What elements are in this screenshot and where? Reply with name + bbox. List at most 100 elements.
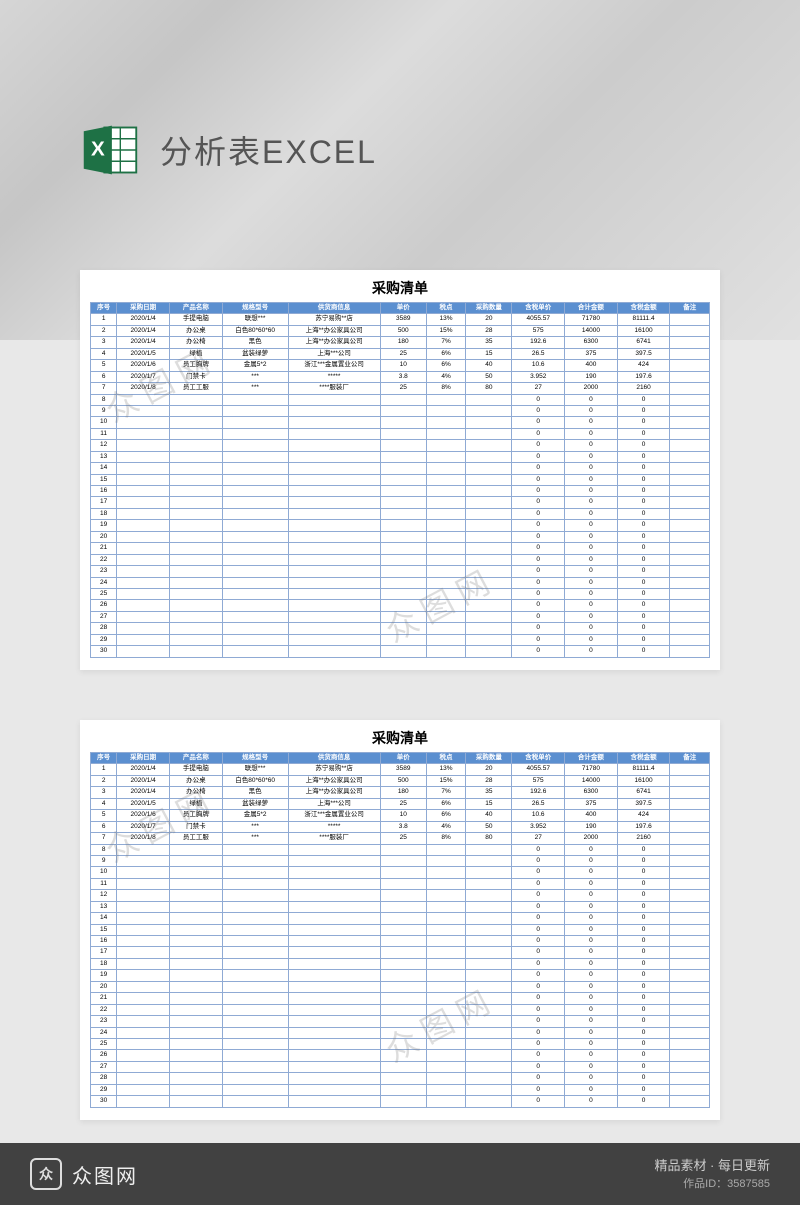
cell xyxy=(670,764,710,775)
cell xyxy=(288,486,380,497)
cell xyxy=(426,855,466,866)
cell: 30 xyxy=(91,1096,117,1107)
cell xyxy=(426,474,466,485)
cell: 0 xyxy=(565,554,618,565)
cell xyxy=(170,924,223,935)
cell xyxy=(222,844,288,855)
table-row-empty: 12000 xyxy=(91,440,710,451)
cell xyxy=(380,1038,426,1049)
cell: 22 xyxy=(91,1004,117,1015)
footer-right: 精品素材 · 每日更新 作品ID：3587585 xyxy=(654,1156,770,1192)
table-row-empty: 20000 xyxy=(91,531,710,542)
cell: 0 xyxy=(617,1027,670,1038)
cell xyxy=(670,531,710,542)
table-row-empty: 19000 xyxy=(91,970,710,981)
cell xyxy=(426,936,466,947)
cell: 424 xyxy=(617,810,670,821)
table-row-empty: 23000 xyxy=(91,566,710,577)
cell xyxy=(670,337,710,348)
cell: 0 xyxy=(512,588,565,599)
cell: 0 xyxy=(617,440,670,451)
cell: 0 xyxy=(617,1084,670,1095)
cell: 绿植 xyxy=(170,798,223,809)
cell xyxy=(170,958,223,969)
cell xyxy=(222,497,288,508)
table-row-empty: 17000 xyxy=(91,947,710,958)
col-header: 含税单价 xyxy=(512,753,565,764)
cell: 0 xyxy=(617,543,670,554)
cell xyxy=(117,924,170,935)
cell: 12 xyxy=(91,440,117,451)
cell: 180 xyxy=(380,337,426,348)
cell: 0 xyxy=(512,634,565,645)
cell: 0 xyxy=(512,867,565,878)
cell xyxy=(117,531,170,542)
cell xyxy=(466,1050,512,1061)
cell xyxy=(670,383,710,394)
table-row-empty: 16000 xyxy=(91,936,710,947)
cell xyxy=(670,844,710,855)
cell: 办公椅 xyxy=(170,337,223,348)
sheet-title: 采购清单 xyxy=(90,278,710,298)
cell: 4 xyxy=(91,798,117,809)
cell xyxy=(426,1061,466,1072)
cell: 0 xyxy=(512,440,565,451)
cell xyxy=(380,1027,426,1038)
cell xyxy=(466,947,512,958)
cell: 0 xyxy=(565,543,618,554)
cell xyxy=(670,958,710,969)
cell xyxy=(117,878,170,889)
cell xyxy=(222,1050,288,1061)
cell xyxy=(466,531,512,542)
col-header: 备注 xyxy=(670,303,710,314)
table-row-empty: 24000 xyxy=(91,1027,710,1038)
cell: 0 xyxy=(565,913,618,924)
cell: 0 xyxy=(617,867,670,878)
cell xyxy=(222,394,288,405)
cell xyxy=(117,405,170,416)
cell xyxy=(222,588,288,599)
col-header: 税点 xyxy=(426,303,466,314)
cell xyxy=(670,360,710,371)
cell xyxy=(288,1016,380,1027)
cell xyxy=(222,451,288,462)
cell xyxy=(670,405,710,416)
cell xyxy=(222,878,288,889)
cell: 3.8 xyxy=(380,371,426,382)
cell xyxy=(222,1016,288,1027)
cell: 0 xyxy=(565,1096,618,1107)
cell: 5 xyxy=(91,360,117,371)
cell xyxy=(670,611,710,622)
cell xyxy=(380,554,426,565)
cell: 192.6 xyxy=(512,337,565,348)
cell xyxy=(288,520,380,531)
cell xyxy=(670,566,710,577)
table-row-empty: 19000 xyxy=(91,520,710,531)
cell: 50 xyxy=(466,371,512,382)
cell xyxy=(222,508,288,519)
cell xyxy=(170,588,223,599)
cell xyxy=(466,600,512,611)
cell: 上海***公司 xyxy=(288,798,380,809)
cell xyxy=(426,878,466,889)
cell xyxy=(670,1073,710,1084)
cell xyxy=(117,600,170,611)
cell: 苏宁易购**店 xyxy=(288,314,380,325)
col-header: 合计金额 xyxy=(565,753,618,764)
cell: 575 xyxy=(512,775,565,786)
cell: 0 xyxy=(512,993,565,1004)
table-row-empty: 14000 xyxy=(91,913,710,924)
cell xyxy=(426,1084,466,1095)
cell xyxy=(380,428,426,439)
cell xyxy=(170,947,223,958)
cell xyxy=(117,566,170,577)
col-header: 序号 xyxy=(91,303,117,314)
cell xyxy=(117,520,170,531)
cell: 18 xyxy=(91,508,117,519)
cell: 2020/1/7 xyxy=(117,371,170,382)
cell xyxy=(222,611,288,622)
cell xyxy=(170,867,223,878)
cell: 81111.4 xyxy=(617,314,670,325)
cell xyxy=(117,1050,170,1061)
cell xyxy=(222,428,288,439)
